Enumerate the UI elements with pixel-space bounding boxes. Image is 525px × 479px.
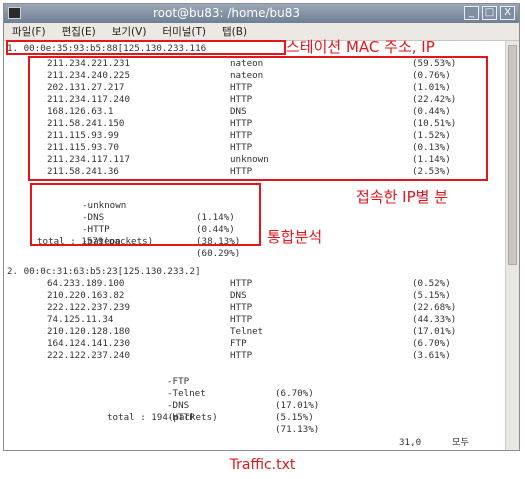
row-pct: (17.01%) — [412, 326, 457, 337]
row-pct: (0.52%) — [412, 278, 451, 289]
row-ip: 164.124.141.230 — [47, 338, 130, 349]
station-mac-ip-annotation: 스테이션 MAC 주소, IP — [286, 38, 435, 56]
host2-total: total : 194(packets) — [107, 412, 218, 423]
row-pct: (6.70%) — [412, 338, 451, 349]
summary-pct: (17.01%) — [275, 400, 320, 411]
summary-pct: (6.70%) — [275, 388, 314, 399]
mac-ip-highlight-box — [6, 40, 286, 55]
row-ip: 222.122.237.239 — [47, 302, 130, 313]
scrollbar-thumb[interactable] — [508, 45, 517, 265]
integrated-highlight-box — [30, 183, 261, 246]
close-button[interactable]: X — [500, 6, 515, 20]
menu-view[interactable]: 보기(V) — [112, 23, 147, 40]
vertical-scrollbar[interactable] — [505, 41, 519, 450]
host2-summary-dns: -DNS (5.15%) — [167, 388, 314, 423]
minimize-button[interactable]: _ — [464, 6, 479, 20]
view-mode: 모두 — [452, 437, 469, 448]
row-ip: 222.122.237.240 — [47, 350, 130, 361]
window-title: root@bu83: /home/bu83 — [152, 6, 300, 20]
figure-caption: Traffic.txt — [229, 457, 296, 473]
menu-terminal[interactable]: 터미널(T) — [162, 23, 206, 40]
per-ip-annotation: 접속한 IP별 분 — [356, 188, 449, 206]
row-proto: Telnet — [230, 326, 264, 337]
menu-tabs[interactable]: 탭(B) — [222, 23, 247, 40]
row-pct: (3.61%) — [412, 350, 451, 361]
row-pct: (5.15%) — [412, 290, 451, 301]
integrated-annotation: 통합분석 — [267, 228, 323, 246]
row-pct: (44.33%) — [412, 314, 457, 325]
row-proto: HTTP — [230, 314, 253, 325]
host2-summary-http: -HTTP (71.13%) — [167, 400, 319, 435]
cursor-position: 31,0 — [399, 437, 422, 448]
summary-pct: (60.29%) — [196, 248, 241, 259]
per-ip-highlight-box — [28, 56, 488, 181]
row-ip: 210.220.163.82 — [47, 290, 125, 301]
row-proto: HTTP — [230, 350, 253, 361]
row-proto: DNS — [230, 290, 247, 301]
row-proto: HTTP — [230, 302, 253, 313]
menu-file[interactable]: 파일(F) — [12, 23, 46, 40]
row-ip: 210.120.128.180 — [47, 326, 130, 337]
row-proto: HTTP — [230, 278, 253, 289]
row-ip: 74.125.11.34 — [47, 314, 114, 325]
title-bar[interactable]: root@bu83: /home/bu83 _ □ X — [4, 4, 519, 23]
row-proto: FTP — [230, 338, 247, 349]
menu-bar: 파일(F) 편집(E) 보기(V) 터미널(T) 탭(B) — [4, 23, 519, 41]
row-pct: (22.68%) — [412, 302, 457, 313]
host2-summary-ftp: -FTP (6.70%) — [167, 364, 314, 399]
summary-pct: (5.15%) — [275, 412, 314, 423]
menu-edit[interactable]: 편집(E) — [62, 23, 96, 40]
maximize-button[interactable]: □ — [482, 6, 497, 20]
host2-header: 2. 00:0c:31:63:b5:23[125.130.233.2] — [7, 266, 201, 277]
host2-summary-telnet: -Telnet (17.01%) — [167, 376, 319, 411]
summary-pct: (71.13%) — [275, 424, 320, 435]
row-ip: 64.233.189.100 — [47, 278, 125, 289]
